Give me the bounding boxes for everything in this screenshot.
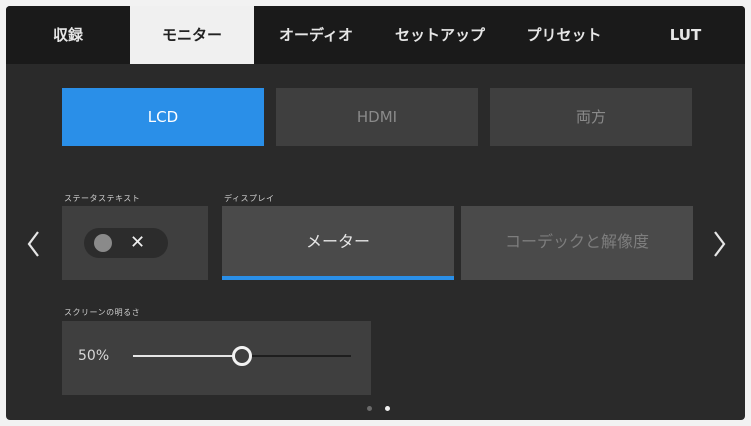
output-hdmi-button[interactable]: HDMI bbox=[276, 88, 478, 146]
status-text-toggle[interactable]: ✕ bbox=[84, 228, 168, 258]
toggle-knob bbox=[94, 234, 112, 252]
display-label: ディスプレイ bbox=[224, 194, 275, 203]
tab-setup[interactable]: セットアップ bbox=[378, 6, 502, 64]
brightness-slider[interactable] bbox=[133, 346, 351, 366]
tab-record[interactable]: 収録 bbox=[6, 6, 130, 64]
display-codec-resolution-button[interactable]: コーデックと解像度 bbox=[461, 206, 693, 280]
slider-fill bbox=[133, 355, 242, 357]
tab-monitor[interactable]: モニター bbox=[130, 6, 254, 64]
output-both-button[interactable]: 両方 bbox=[490, 88, 692, 146]
status-text-label: ステータステキスト bbox=[64, 194, 141, 203]
display-codec-resolution-label: コーデックと解像度 bbox=[504, 232, 649, 251]
output-lcd-button[interactable]: LCD bbox=[62, 88, 264, 146]
monitor-settings-screen: 収録 モニター オーディオ セットアップ プリセット LUT LCD HDMI … bbox=[6, 6, 745, 420]
display-meter-button[interactable]: メーター bbox=[222, 206, 454, 280]
tab-audio[interactable]: オーディオ bbox=[254, 6, 378, 64]
display-meter-label: メーター bbox=[305, 232, 370, 251]
tab-presets[interactable]: プリセット bbox=[502, 6, 626, 64]
tab-bar: 収録 モニター オーディオ セットアップ プリセット LUT bbox=[6, 6, 745, 64]
toggle-off-x-icon: ✕ bbox=[130, 232, 146, 253]
selected-underline bbox=[222, 276, 454, 280]
page-dot-2[interactable] bbox=[385, 406, 390, 411]
chevron-right-icon[interactable] bbox=[709, 224, 729, 264]
tab-lut[interactable]: LUT bbox=[626, 6, 745, 64]
brightness-value: 50% bbox=[78, 348, 110, 364]
brightness-label: スクリーンの明るさ bbox=[64, 308, 141, 317]
brightness-panel: 50% bbox=[62, 321, 371, 395]
slider-thumb[interactable] bbox=[232, 346, 252, 366]
status-text-panel: ✕ bbox=[62, 206, 208, 280]
page-dot-1[interactable] bbox=[367, 406, 372, 411]
chevron-left-icon[interactable] bbox=[24, 224, 44, 264]
